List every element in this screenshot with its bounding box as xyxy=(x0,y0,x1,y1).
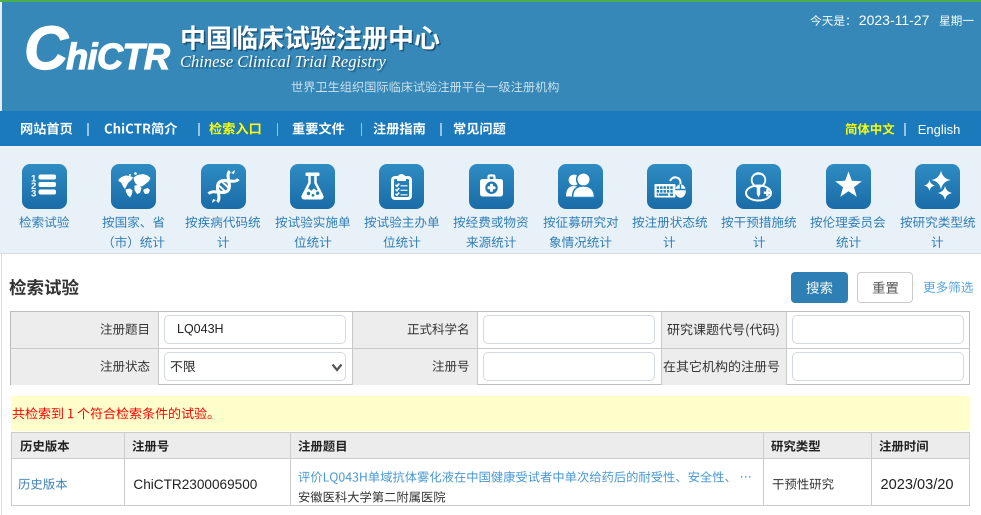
svg-text:3: 3 xyxy=(31,189,36,200)
